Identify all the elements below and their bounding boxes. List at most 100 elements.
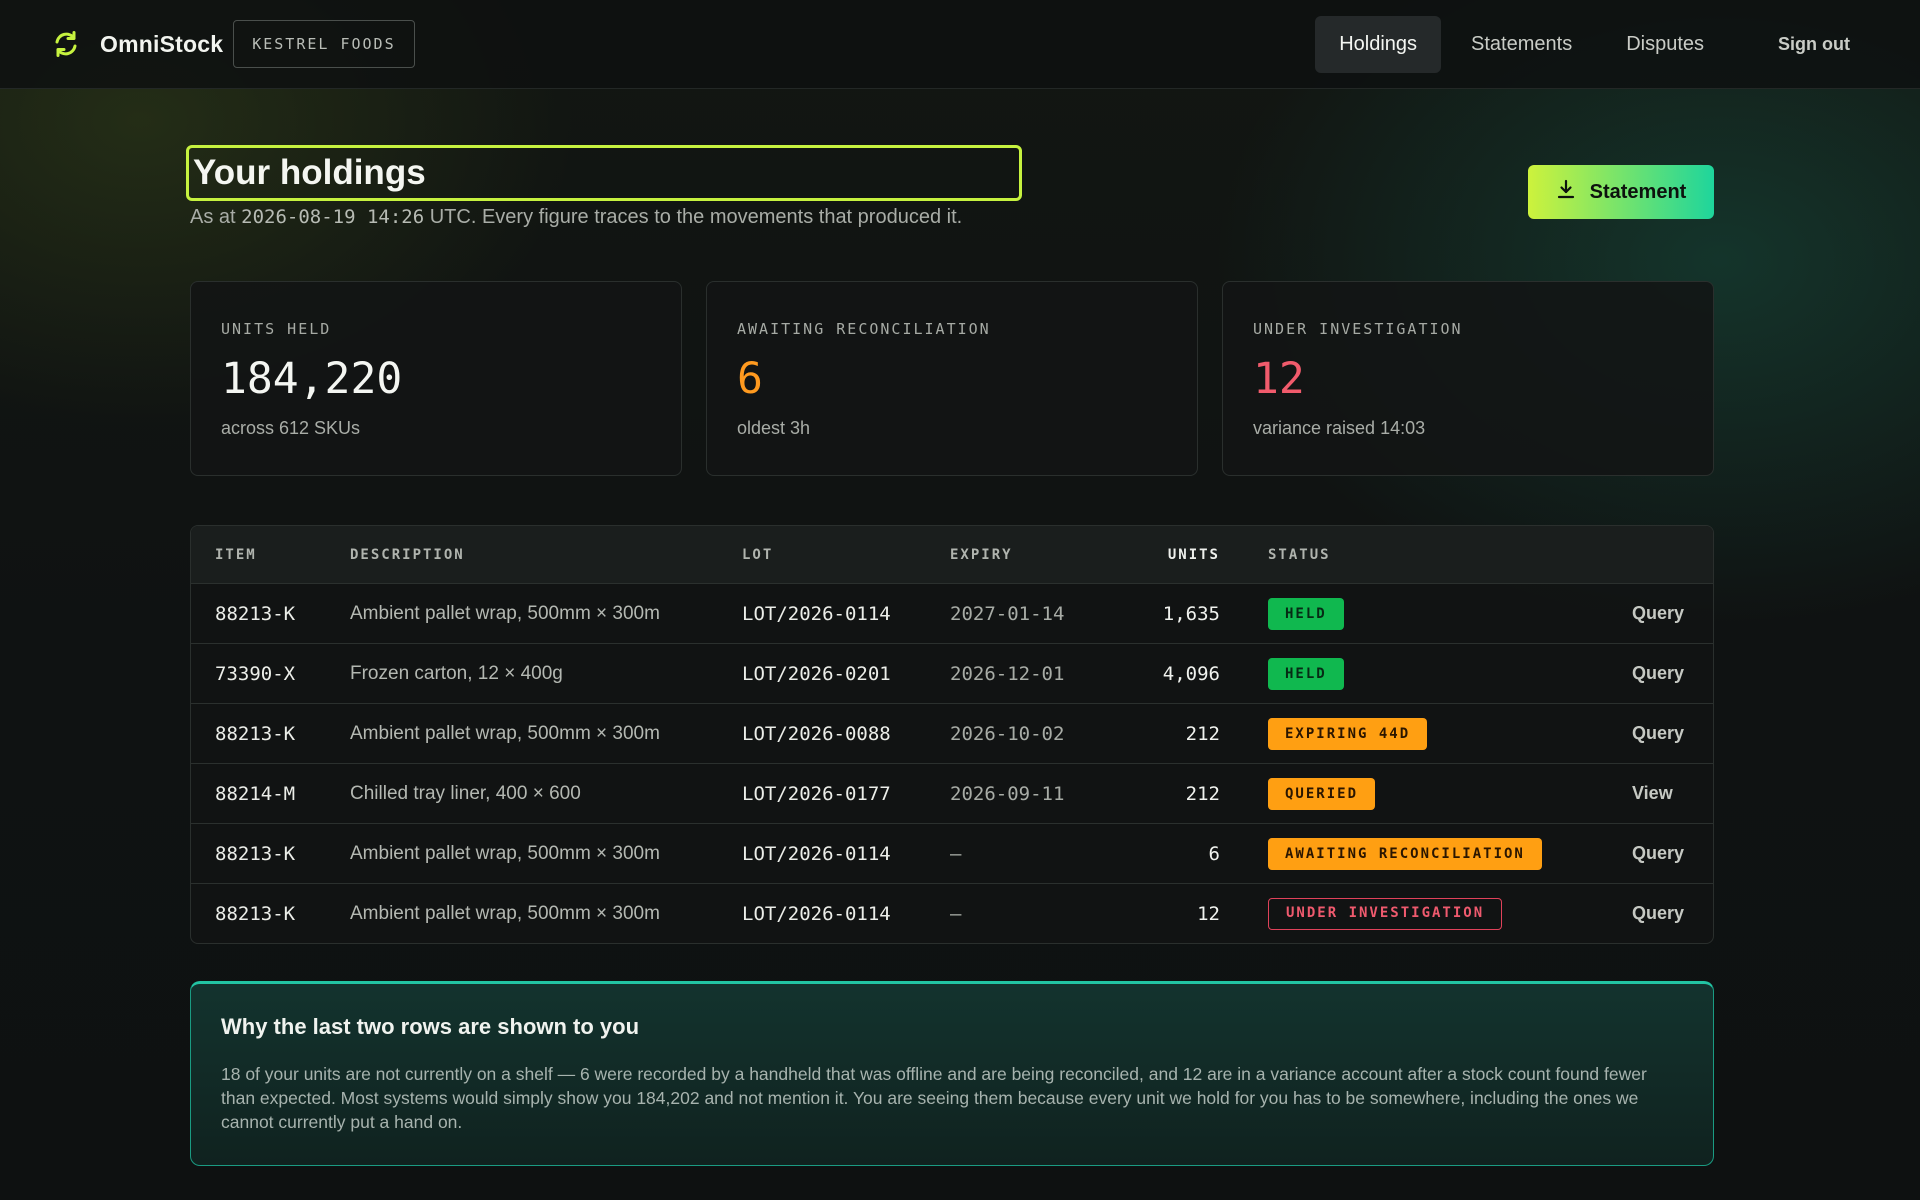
statement-button-label: Statement xyxy=(1589,180,1687,203)
cell-units: 1,635 xyxy=(1162,602,1220,625)
cell-item: 88213-K xyxy=(215,842,296,865)
table-row[interactable]: 88214-M Chilled tray liner, 400 × 600 LOT/… xyxy=(191,763,1713,823)
cell-item: 88214-M xyxy=(215,782,296,805)
page-title-frame: Your holdings xyxy=(186,145,1022,201)
as-at-timestamp: 2026-08-19 14:26 xyxy=(241,206,425,228)
status-badge: QUERIED xyxy=(1268,777,1376,810)
cell-units: 212 xyxy=(1185,722,1220,745)
nav-holdings[interactable]: Holdings xyxy=(1315,15,1442,73)
status-badge: EXPIRING 44D xyxy=(1268,717,1428,750)
page-subtitle: As at 2026-08-19 14:26 UTC. Every figure… xyxy=(190,206,962,229)
holdings-table: ITEM DESCRIPTION LOT EXPIRY UNITS STATUS… xyxy=(190,525,1714,944)
column-header-item[interactable]: ITEM xyxy=(191,547,350,563)
cell-description: Ambient pallet wrap, 500mm × 300m xyxy=(350,902,660,924)
stat-label: UNDER INVESTIGATION xyxy=(1253,320,1463,338)
brand-name: OmniStock xyxy=(100,30,224,57)
cell-description: Ambient pallet wrap, 500mm × 300m xyxy=(350,842,660,864)
cell-description: Ambient pallet wrap, 500mm × 300m xyxy=(350,722,660,744)
cell-expiry: — xyxy=(950,902,962,925)
cell-description: Frozen carton, 12 × 400g xyxy=(350,662,563,684)
status-badge: UNDER INVESTIGATION xyxy=(1268,897,1503,930)
stat-value: 6 xyxy=(737,354,763,404)
table-row[interactable]: 88213-K Ambient pallet wrap, 500mm × 300m… xyxy=(191,703,1713,763)
column-header-units[interactable]: UNITS xyxy=(1100,547,1220,563)
row-action-link[interactable]: Query xyxy=(1608,723,1684,743)
top-navigation-bar: OmniStock KESTREL FOODS Holdings Stateme… xyxy=(0,0,1920,89)
row-action-link[interactable]: Query xyxy=(1608,603,1684,623)
table-body: 88213-K Ambient pallet wrap, 500mm × 300m… xyxy=(191,583,1713,943)
stat-value: 12 xyxy=(1253,354,1305,404)
holdings-page: Your holdings As at 2026-08-19 14:26 UTC… xyxy=(186,89,1714,1166)
cell-expiry: — xyxy=(950,842,962,865)
column-header-description[interactable]: DESCRIPTION xyxy=(350,547,742,563)
status-badge: AWAITING RECONCILIATION xyxy=(1268,837,1542,870)
cell-expiry: 2027-01-14 xyxy=(950,602,1065,625)
cell-lot: LOT/2026-0201 xyxy=(742,662,891,685)
nav-statements[interactable]: Statements xyxy=(1447,16,1596,73)
sign-out-link[interactable]: Sign out xyxy=(1778,34,1870,55)
stat-note: across 612 SKUs xyxy=(221,418,361,438)
stat-label: AWAITING RECONCILIATION xyxy=(737,320,991,338)
explanation-panel: Why the last two rows are shown to you 1… xyxy=(190,981,1714,1166)
subtitle-suffix: UTC. Every figure traces to the movement… xyxy=(429,206,963,228)
cell-expiry: 2026-09-11 xyxy=(950,782,1065,805)
cell-expiry: 2026-12-01 xyxy=(950,662,1065,685)
cell-description: Chilled tray liner, 400 × 600 xyxy=(350,782,581,804)
refresh-icon xyxy=(50,28,82,60)
row-action-link[interactable]: Query xyxy=(1608,903,1684,923)
row-action-link[interactable]: Query xyxy=(1608,843,1684,863)
cell-expiry: 2026-10-02 xyxy=(950,722,1065,745)
row-action-link[interactable]: Query xyxy=(1608,663,1684,683)
table-row[interactable]: 73390-X Frozen carton, 12 × 400g LOT/2026-… xyxy=(191,643,1713,703)
cell-status: QUERIED xyxy=(1220,777,1608,810)
summary-cards: UNITS HELD 184,220 across 612 SKUs AWAIT… xyxy=(190,281,1714,476)
main-nav: Holdings Statements Disputes Sign out xyxy=(1315,15,1870,73)
stat-note: oldest 3h xyxy=(737,418,811,438)
cell-lot: LOT/2026-0114 xyxy=(742,902,891,925)
cell-item: 73390-X xyxy=(215,662,296,685)
column-header-expiry[interactable]: EXPIRY xyxy=(950,547,1100,563)
table-row[interactable]: 88213-K Ambient pallet wrap, 500mm × 300m… xyxy=(191,883,1713,943)
nav-disputes[interactable]: Disputes xyxy=(1602,16,1728,73)
status-badge: HELD xyxy=(1268,597,1344,630)
cell-item: 88213-K xyxy=(215,602,296,625)
status-badge: HELD xyxy=(1268,657,1344,690)
cell-item: 88213-K xyxy=(215,722,296,745)
cell-item: 88213-K xyxy=(215,902,296,925)
cell-units: 4,096 xyxy=(1162,662,1220,685)
cell-lot: LOT/2026-0114 xyxy=(742,602,891,625)
cell-status: HELD xyxy=(1220,597,1608,630)
panel-body: 18 of your units are not currently on a … xyxy=(221,1064,1647,1132)
cell-status: EXPIRING 44D xyxy=(1220,717,1608,750)
panel-title: Why the last two rows are shown to you xyxy=(221,1014,640,1039)
table-row[interactable]: 88213-K Ambient pallet wrap, 500mm × 300m… xyxy=(191,583,1713,643)
stat-card-under-investigation: UNDER INVESTIGATION 12 variance raised 1… xyxy=(1222,281,1714,476)
cell-units: 12 xyxy=(1197,902,1220,925)
stat-note: variance raised 14:03 xyxy=(1253,418,1426,438)
cell-lot: LOT/2026-0088 xyxy=(742,722,891,745)
page-title: Your holdings xyxy=(193,153,426,192)
page-header: Your holdings As at 2026-08-19 14:26 UTC… xyxy=(186,89,1714,239)
table-row[interactable]: 88213-K Ambient pallet wrap, 500mm × 300m… xyxy=(191,823,1713,883)
cell-description: Ambient pallet wrap, 500mm × 300m xyxy=(350,602,660,624)
cell-status: UNDER INVESTIGATION xyxy=(1220,897,1608,930)
tenant-badge[interactable]: KESTREL FOODS xyxy=(233,20,415,68)
stat-card-awaiting-reconciliation: AWAITING RECONCILIATION 6 oldest 3h xyxy=(706,281,1198,476)
column-header-lot[interactable]: LOT xyxy=(742,547,950,563)
table-header-row: ITEM DESCRIPTION LOT EXPIRY UNITS STATUS xyxy=(191,526,1713,583)
download-statement-button[interactable]: Statement xyxy=(1528,165,1714,219)
cell-units: 6 xyxy=(1208,842,1220,865)
cell-status: AWAITING RECONCILIATION xyxy=(1220,837,1608,870)
cell-lot: LOT/2026-0114 xyxy=(742,842,891,865)
row-action-link[interactable]: View xyxy=(1608,783,1673,803)
column-header-status[interactable]: STATUS xyxy=(1220,547,1608,563)
stat-value: 184,220 xyxy=(221,354,403,404)
stat-label: UNITS HELD xyxy=(221,320,332,338)
subtitle-prefix: As at xyxy=(190,206,236,228)
brand[interactable]: OmniStock xyxy=(50,28,223,60)
cell-lot: LOT/2026-0177 xyxy=(742,782,891,805)
cell-units: 212 xyxy=(1185,782,1220,805)
download-icon xyxy=(1556,179,1576,205)
cell-status: HELD xyxy=(1220,657,1608,690)
stat-card-units-held: UNITS HELD 184,220 across 612 SKUs xyxy=(190,281,682,476)
